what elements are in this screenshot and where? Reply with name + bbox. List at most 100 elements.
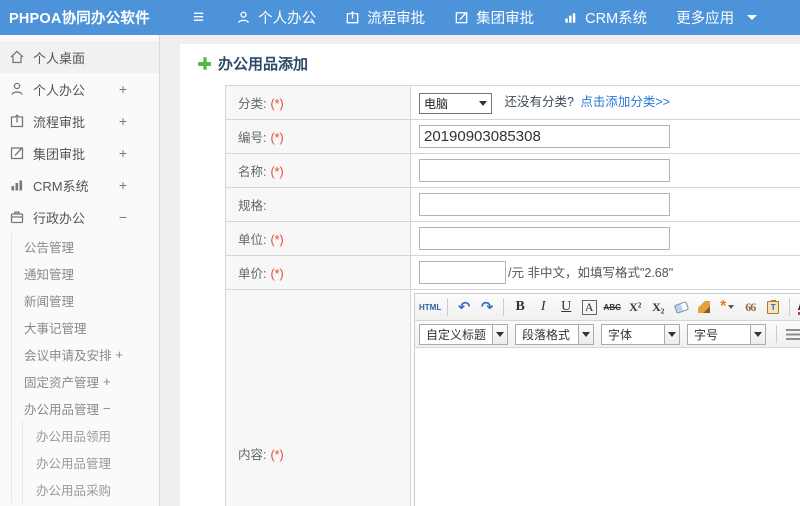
unit-input[interactable] [419, 227, 670, 250]
superscript-button[interactable]: X² [625, 297, 645, 317]
price-format-hint: /元 非中文，如填写格式"2.68" [508, 266, 674, 280]
nav-item-crm-system[interactable]: CRM系统 [563, 7, 647, 28]
auto-typeset-button[interactable]: * [717, 297, 737, 317]
editor-content-area[interactable] [415, 348, 800, 506]
caret-down-icon [728, 305, 735, 309]
office-supplies-submenu: 办公用品领用 办公用品管理 办公用品采购 [22, 422, 159, 503]
sidebar-item-crm-system[interactable]: CRM系统 + [0, 169, 159, 201]
format-brush-button[interactable] [694, 297, 714, 317]
sidebar-item-label: 办公用品管理 [36, 457, 112, 471]
page-title: 办公用品添加 [198, 53, 800, 74]
bold-button[interactable]: B [510, 297, 530, 317]
align-left-button[interactable] [783, 324, 800, 344]
collapse-minus-icon[interactable]: − [119, 209, 127, 225]
custom-title-select[interactable]: 自定义标题 [419, 323, 509, 345]
add-category-link[interactable]: 点击添加分类>> [580, 95, 670, 109]
nav-label: 更多应用 [676, 11, 735, 27]
sidebar-subitem-supplies-purchase[interactable]: 办公用品采购 [23, 476, 159, 503]
nav-item-personal-office[interactable]: 个人办公 [236, 7, 316, 28]
edit-icon [9, 145, 25, 161]
sidebar-item-label: 通知管理 [24, 268, 75, 282]
field-label: 名称: [238, 165, 267, 179]
name-input[interactable] [419, 159, 670, 182]
app-logo: PHPOA协同办公软件 [9, 11, 150, 27]
underline-button[interactable]: U [556, 297, 576, 317]
html-source-button[interactable]: HTML [419, 297, 441, 317]
select-value: 字体 [608, 327, 633, 342]
sidebar-item-label: CRM系统 [33, 178, 89, 194]
undo-icon[interactable]: ↶ [454, 297, 474, 317]
expand-plus-icon[interactable]: + [119, 113, 127, 129]
align-left-icon [786, 328, 800, 340]
category-select[interactable]: 电脑 [419, 92, 492, 114]
sidebar-item-workflow-approval[interactable]: 流程审批 + [0, 105, 159, 137]
sidebar-subitem-meeting-request[interactable]: 会议申请及安排 + [12, 341, 159, 368]
edit-icon [454, 10, 469, 25]
caret-down-icon [492, 324, 508, 344]
font-size-select[interactable]: 字号 [687, 323, 767, 345]
sidebar-item-label: 行政办公 [33, 210, 86, 226]
sidebar-item-label: 流程审批 [33, 114, 86, 130]
workflow-icon [9, 113, 25, 129]
paste-as-text-button[interactable]: T [763, 297, 783, 317]
nav-item-more-apps[interactable]: 更多应用 [676, 7, 758, 28]
code-input[interactable] [419, 125, 670, 148]
sidebar-item-label: 办公用品领用 [36, 430, 112, 444]
field-label: 编号: [238, 131, 267, 145]
field-label: 单位: [238, 233, 267, 247]
spec-input[interactable] [419, 193, 670, 216]
sidebar-item-admin-office[interactable]: 行政办公 − [0, 201, 159, 233]
price-input[interactable] [419, 261, 506, 284]
caret-down-icon [747, 15, 758, 20]
form-row-spec: 规格: [225, 187, 800, 222]
required-marker: (*) [270, 131, 284, 145]
toolbar-separator [789, 298, 791, 316]
collapse-minus-icon[interactable]: − [103, 401, 111, 416]
expand-plus-icon[interactable]: + [116, 347, 124, 362]
sidebar-subitem-news-mgmt[interactable]: 新闻管理 [12, 287, 159, 314]
font-family-select[interactable]: 字体 [601, 323, 681, 345]
blockquote-button[interactable]: 66 [740, 297, 760, 317]
expand-plus-icon[interactable]: + [119, 81, 127, 97]
caret-down-icon [578, 324, 594, 344]
sidebar-item-label: 固定资产管理 [24, 376, 100, 390]
select-value: 段落格式 [522, 327, 571, 342]
sidebar-item-label: 个人桌面 [33, 50, 86, 66]
user-icon [236, 10, 251, 25]
expand-plus-icon[interactable]: + [119, 145, 127, 161]
italic-button[interactable]: I [533, 297, 553, 317]
price-label-cell: 单价: (*) [225, 255, 411, 290]
sidebar-subitem-supplies-requisition[interactable]: 办公用品领用 [23, 422, 159, 449]
strikethrough-button[interactable]: ABC [602, 297, 622, 317]
remove-format-button[interactable] [671, 297, 691, 317]
nav-item-workflow-approval[interactable]: 流程审批 [345, 7, 425, 28]
top-navbar: PHPOA协同办公软件 ≡ 个人办公 流程审批 集团审批 CRM系统 更多应用 [0, 0, 800, 35]
sidebar-item-personal-office[interactable]: 个人办公 + [0, 73, 159, 105]
editor-toolbar-row2: 自定义标题 段落格式 字体 字号 ∞ [415, 321, 800, 348]
font-color-button[interactable]: A [796, 297, 800, 317]
menu-toggle-icon[interactable]: ≡ [193, 8, 204, 27]
app-window: PHPOA协同办公软件 ≡ 个人办公 流程审批 集团审批 CRM系统 更多应用 [0, 0, 800, 506]
sidebar-item-group-approval[interactable]: 集团审批 + [0, 137, 159, 169]
sidebar-item-personal-desktop[interactable]: 个人桌面 [0, 41, 159, 73]
nav-item-group-approval[interactable]: 集团审批 [454, 7, 534, 28]
category-label-cell: 分类: (*) [225, 85, 411, 120]
sidebar: 个人桌面 个人办公 + 流程审批 + 集团审批 + CRM系统 + 行政办公 − [0, 35, 160, 506]
subscript-button[interactable]: X₂ [648, 297, 668, 317]
sidebar-subitem-supplies-management[interactable]: 办公用品管理 [23, 449, 159, 476]
field-label: 分类: [238, 97, 267, 111]
sidebar-subitem-memorabilia-mgmt[interactable]: 大事记管理 [12, 314, 159, 341]
select-value: 自定义标题 [426, 327, 487, 342]
workflow-icon [345, 10, 360, 25]
font-border-button[interactable]: A [581, 299, 597, 315]
expand-plus-icon[interactable]: + [119, 177, 127, 193]
redo-icon[interactable]: ↷ [477, 297, 497, 317]
sidebar-subitem-notice-mgmt[interactable]: 通知管理 [12, 260, 159, 287]
sidebar-subitem-office-supplies-mgmt[interactable]: 办公用品管理 − [12, 395, 159, 422]
sidebar-subitem-announcement-mgmt[interactable]: 公告管理 [12, 233, 159, 260]
paragraph-format-select[interactable]: 段落格式 [515, 323, 595, 345]
expand-plus-icon[interactable]: + [103, 374, 111, 389]
select-value: 字号 [694, 327, 719, 342]
sidebar-subitem-fixed-assets-mgmt[interactable]: 固定资产管理 + [12, 368, 159, 395]
clipboard-icon: T [767, 299, 780, 314]
